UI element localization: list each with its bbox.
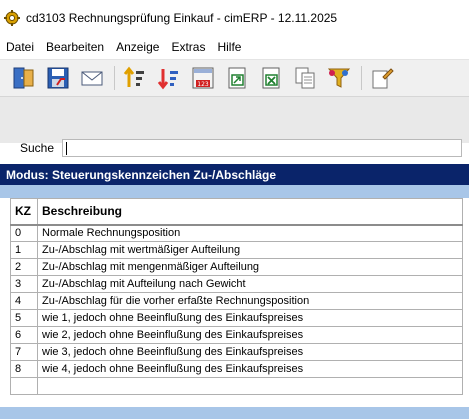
gear-app-icon [4,10,20,26]
table-row[interactable]: 6 wie 2, jedoch ohne Beeinflußung des Ei… [10,326,463,344]
svg-text:123: 123 [197,81,209,88]
cell-empty [37,377,463,395]
title-bar: cd3103 Rechnungsprüfung Einkauf - cimERP… [0,0,469,36]
cell-empty [10,377,38,395]
mail-button[interactable] [78,64,106,92]
filter-funnel-icon [327,68,351,88]
cell-beschreibung: wie 2, jedoch ohne Beeinflußung des Eink… [37,326,463,344]
calendar-button[interactable]: 123 [189,64,217,92]
column-header-kz[interactable]: KZ [10,198,38,226]
cell-beschreibung: Zu-/Abschlag mit wertmäßiger Aufteilung [37,241,463,259]
cell-beschreibung: Zu-/Abschlag für die vorher erfaßte Rech… [37,292,463,310]
text-caret [66,142,67,155]
toolbar-separator [361,66,362,90]
save-button[interactable] [44,64,72,92]
cell-kz: 0 [10,224,38,242]
excel-export-icon [262,67,280,89]
sort-ascending-button[interactable] [121,64,149,92]
table-row-empty [10,377,463,395]
cell-kz: 4 [10,292,38,310]
cell-kz: 5 [10,309,38,327]
table-row[interactable]: 8 wie 4, jedoch ohne Beeinflußung des Ei… [10,360,463,378]
sort-descending-button[interactable] [155,64,183,92]
table-header-row: KZ Beschreibung [10,198,463,226]
column-header-beschreibung[interactable]: Beschreibung [37,198,463,226]
menu-datei[interactable]: Datei [0,40,40,54]
cell-kz: 1 [10,241,38,259]
cell-kz: 2 [10,258,38,276]
search-input[interactable] [62,139,462,157]
save-floppy-icon [47,67,69,89]
data-grid: KZ Beschreibung 0 Normale Rechnungsposit… [0,198,469,407]
toolbar-separator [114,66,115,90]
table-row[interactable]: 7 wie 3, jedoch ohne Beeinflußung des Ei… [10,343,463,361]
mode-label: Modus: Steuerungskennzeichen Zu-/Abschlä… [6,167,277,182]
document-edit-icon [372,68,394,89]
sort-ascending-icon [123,66,144,87]
mode-bar: Modus: Steuerungskennzeichen Zu-/Abschlä… [0,164,469,185]
table-row[interactable]: 1 Zu-/Abschlag mit wertmäßiger Aufteilun… [10,241,463,259]
cell-beschreibung: wie 1, jedoch ohne Beeinflußung des Eink… [37,309,463,327]
search-label: Suche [20,141,55,155]
menu-bearbeiten[interactable]: Bearbeiten [40,40,110,54]
cell-kz: 8 [10,360,38,378]
window-title: cd3103 Rechnungsprüfung Einkauf - cimERP… [26,11,338,25]
exit-button[interactable] [10,64,38,92]
cell-beschreibung: wie 3, jedoch ohne Beeinflußung des Eink… [37,343,463,361]
menu-hilfe[interactable]: Hilfe [211,40,247,54]
cell-beschreibung: wie 4, jedoch ohne Beeinflußung des Eink… [37,360,463,378]
cell-beschreibung: Normale Rechnungsposition [37,224,463,242]
grid-footer-strip [0,407,469,419]
calendar-123-icon: 123 [192,67,214,89]
copy-button[interactable] [291,64,319,92]
copy-pages-icon [295,67,315,89]
filter-button[interactable] [325,64,353,92]
exit-door-icon [13,67,34,89]
edit-document-button[interactable] [368,64,396,92]
search-row: Suche [10,137,462,159]
excel-export-button[interactable] [257,64,285,92]
cell-kz: 6 [10,326,38,344]
cell-beschreibung: Zu-/Abschlag mit Aufteilung nach Gewicht [37,275,463,293]
mode-bar-strip [0,185,469,198]
menu-extras[interactable]: Extras [165,40,211,54]
export-document-icon [228,67,246,89]
sort-descending-icon [157,69,178,90]
cell-kz: 3 [10,275,38,293]
table-row[interactable]: 3 Zu-/Abschlag mit Aufteilung nach Gewic… [10,275,463,293]
cell-kz: 7 [10,343,38,361]
code-table: KZ Beschreibung 0 Normale Rechnungsposit… [10,198,463,395]
mail-envelope-icon [81,71,103,86]
export-button[interactable] [223,64,251,92]
cell-beschreibung: Zu-/Abschlag mit mengenmäßiger Aufteilun… [37,258,463,276]
table-row[interactable]: 0 Normale Rechnungsposition [10,224,463,242]
toolbar: 123 [0,59,469,97]
menu-anzeige[interactable]: Anzeige [110,40,165,54]
table-row[interactable]: 5 wie 1, jedoch ohne Beeinflußung des Ei… [10,309,463,327]
table-row[interactable]: 2 Zu-/Abschlag mit mengenmäßiger Aufteil… [10,258,463,276]
menu-bar: Datei Bearbeiten Anzeige Extras Hilfe [0,36,469,58]
table-row[interactable]: 4 Zu-/Abschlag für die vorher erfaßte Re… [10,292,463,310]
